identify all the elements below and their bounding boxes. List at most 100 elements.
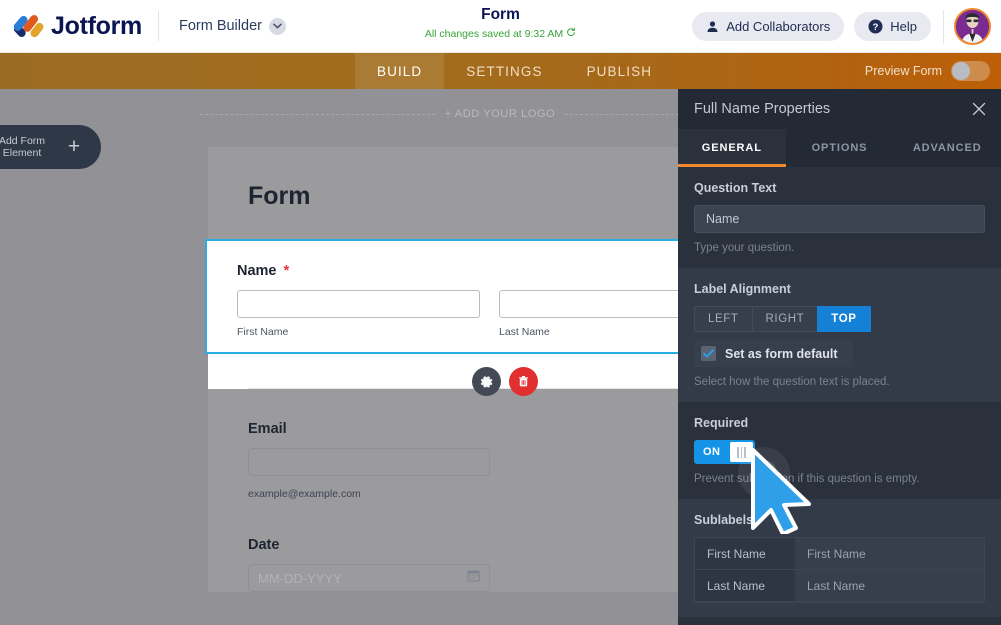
sublabels-table: First Name First Name Last Name Last Nam… [694,537,985,603]
question-mark-icon: ? [868,19,883,34]
align-left-button[interactable]: LEFT [694,306,753,332]
question-text-input[interactable]: Name [694,205,985,233]
check-icon[interactable] [701,346,716,361]
section-sublabels: Sublabels First Name First Name Last Nam… [678,499,1001,617]
jotform-form-builder-app: Jotform Form Builder Form All changes sa… [0,0,1001,625]
dashed-divider-left [200,114,435,115]
tab-publish[interactable]: PUBLISH [565,53,674,89]
sublabel-key-first-name: First Name [695,538,795,569]
brand-logo[interactable]: Jotform [14,12,142,41]
form-builder-label: Form Builder [179,18,262,34]
plus-icon[interactable]: + [52,125,96,169]
field-email-block[interactable]: Email example@example.com [208,421,679,500]
first-name-input[interactable] [237,290,480,318]
form-builder-dropdown[interactable]: Form Builder [179,18,286,35]
canvas-gap [208,389,679,403]
sublabel-value-last-name[interactable]: Last Name [795,570,984,601]
dashed-divider-right [565,114,679,115]
tab-publish-label: PUBLISH [587,64,652,79]
properties-panel-tabs: GENERAL OPTIONS ADVANCED [678,129,1001,167]
form-heading: Form [208,147,679,239]
first-name-caption: First Name [237,326,480,338]
tab-settings[interactable]: SETTINGS [444,53,564,89]
sublabels-title: Sublabels [694,513,985,527]
tab-options[interactable]: OPTIONS [786,129,894,167]
table-row: Last Name Last Name [695,570,984,602]
chevron-down-icon[interactable] [269,18,286,35]
label-alignment-title: Label Alignment [694,282,985,296]
required-hint: Prevent submission if this question is e… [694,473,985,485]
add-collaborators-label: Add Collaborators [726,19,830,34]
date-input[interactable]: MM-DD-YYYY [248,564,490,592]
add-form-element-button[interactable]: Add Form Element + [0,125,101,169]
align-right-button[interactable]: RIGHT [752,306,819,332]
field-full-name-label-text: Name [237,263,277,279]
trash-icon[interactable] [509,367,538,396]
nav-tabs: BUILD SETTINGS PUBLISH [355,53,674,89]
field-divider [248,388,679,389]
required-toggle-state-label: ON [694,446,721,458]
section-question-text: Question Text Name Type your question. [678,167,1001,268]
align-top-label: TOP [831,313,856,325]
calendar-icon[interactable] [467,569,480,587]
tab-build[interactable]: BUILD [355,53,444,89]
label-alignment-options: LEFT RIGHT TOP [694,306,985,332]
section-label-alignment: Label Alignment LEFT RIGHT TOP Set as fo… [678,268,1001,402]
help-label: Help [890,19,917,34]
add-collaborators-button[interactable]: Add Collaborators [692,12,844,41]
header-divider [158,11,159,41]
last-name-group: Last Name [499,290,679,338]
top-header: Jotform Form Builder Form All changes sa… [0,0,1001,53]
close-icon[interactable] [971,101,987,117]
add-logo-row[interactable]: + ADD YOUR LOGO [200,108,679,120]
tab-general-label: GENERAL [702,142,762,154]
full-name-subfields: First Name Last Name [237,290,679,338]
tab-advanced-label: ADVANCED [913,142,982,154]
main-nav-bar: BUILD SETTINGS PUBLISH Preview Form [0,53,1001,89]
add-form-element-label: Add Form Element [0,135,52,160]
field-email-label: Email [248,421,679,437]
header-separator [943,10,944,44]
form-canvas-inner: Add Form Element + + ADD YOUR LOGO Form … [0,89,679,625]
question-text-title: Question Text [694,181,985,195]
preview-form-toggle[interactable] [951,61,990,81]
field-name-block: Name * First Name Last Name [208,239,679,354]
help-button[interactable]: ? Help [854,12,931,41]
last-name-caption: Last Name [499,326,679,338]
required-asterisk: * [284,266,290,276]
gear-icon[interactable] [472,367,501,396]
save-status: All changes saved at 9:32 AM [425,27,576,41]
avatar[interactable] [954,8,991,45]
align-right-label: RIGHT [766,313,805,325]
tab-advanced[interactable]: ADVANCED [893,129,1001,167]
required-title: Required [694,416,985,430]
user-icon [706,20,719,33]
undo-history-icon [566,27,576,41]
date-input-placeholder: MM-DD-YYYY [258,571,342,586]
tab-build-label: BUILD [377,64,422,79]
form-card: Form Name * First Name [208,147,679,592]
field-date-block[interactable]: Date MM-DD-YYYY [208,537,679,592]
sublabel-key-last-name: Last Name [695,570,795,601]
sublabel-value-first-name[interactable]: First Name [795,538,984,569]
last-name-input[interactable] [499,290,679,318]
set-as-form-default-label: Set as form default [725,347,838,361]
align-left-label: LEFT [708,313,739,325]
tab-general[interactable]: GENERAL [678,129,786,167]
svg-text:?: ? [873,22,879,33]
properties-panel-title: Full Name Properties [694,101,830,117]
required-toggle[interactable]: ON [694,440,755,464]
toggle-knob [730,442,753,462]
brand-name: Jotform [51,12,142,41]
first-name-group: First Name [237,290,480,338]
set-as-form-default-checkbox-row[interactable]: Set as form default [694,340,853,367]
field-full-name[interactable]: Name * First Name Last Name [205,239,679,354]
preview-form-label: Preview Form [865,64,942,78]
add-form-element-line2: Element [3,147,42,159]
properties-panel-header: Full Name Properties [678,89,1001,129]
add-form-element-line1: Add Form [0,135,45,147]
email-input[interactable] [248,448,490,476]
align-top-button[interactable]: TOP [817,306,870,332]
question-text-hint: Type your question. [694,242,985,254]
table-row: First Name First Name [695,538,984,570]
